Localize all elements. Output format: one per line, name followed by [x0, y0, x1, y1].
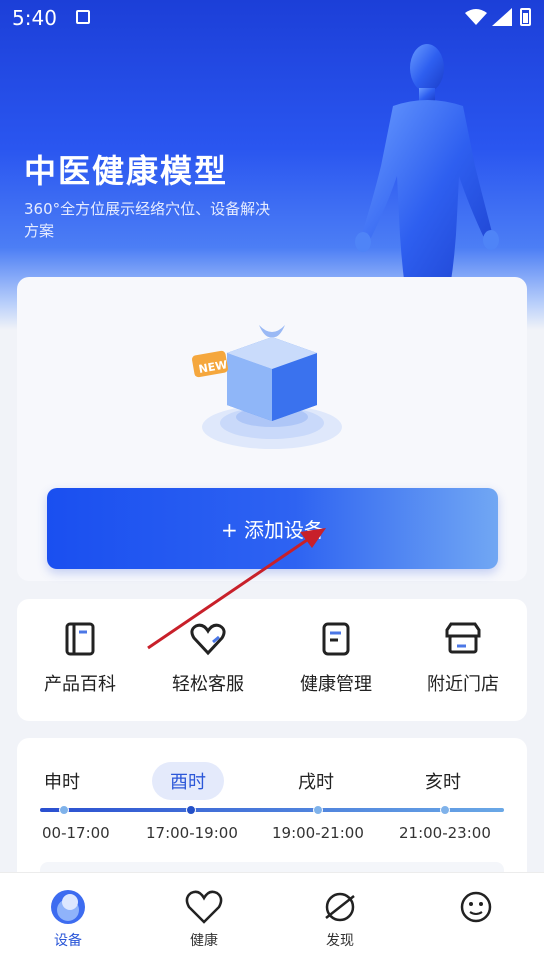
notification-icon [76, 10, 90, 24]
quick-link-label: 轻松客服 [172, 674, 244, 695]
quick-link-nearby-stores[interactable]: 附近门店 [398, 620, 528, 696]
document-icon [322, 622, 350, 656]
period-time-range: 19:00-21:00 [272, 824, 364, 842]
quick-link-product-encyclopedia[interactable]: 产品百科 [15, 620, 145, 696]
human-body-model-image [355, 44, 499, 316]
quick-link-health-management[interactable]: 健康管理 [271, 620, 401, 696]
hero-subtitle: 360°全方位展示经络穴位、设备解决方案 [24, 200, 271, 240]
compass-icon [325, 892, 355, 922]
tab-discover[interactable]: 发现 [300, 888, 380, 950]
tab-device[interactable]: 设备 [28, 888, 108, 950]
period-time-range: 21:00-23:00 [399, 824, 491, 842]
period-shen[interactable]: 申时 [44, 768, 80, 794]
tab-profile[interactable] [436, 888, 516, 930]
heart-icon [190, 623, 226, 656]
status-bar: 5:40 [0, 0, 544, 36]
smile-icon [460, 891, 492, 923]
period-you-active[interactable]: 酉时 [152, 762, 224, 800]
timeline-dot [313, 805, 323, 815]
period-hai[interactable]: 亥时 [425, 768, 461, 794]
timeline-dot-active [186, 805, 196, 815]
period-time-range: 00-17:00 [42, 824, 110, 842]
battery-icon [520, 8, 531, 26]
tab-label: 设备 [54, 933, 82, 949]
tab-label: 健康 [190, 933, 218, 949]
new-device-gift-illustration: NEW [191, 325, 342, 449]
quick-link-label: 产品百科 [44, 674, 116, 695]
quick-link-label: 健康管理 [300, 674, 372, 695]
device-icon [51, 890, 85, 924]
period-time-range: 17:00-19:00 [146, 824, 238, 842]
quick-link-label: 附近门店 [427, 674, 499, 695]
tab-health[interactable]: 健康 [164, 888, 244, 950]
store-icon [445, 622, 481, 654]
timeline-track [40, 808, 504, 812]
period-xu[interactable]: 戌时 [298, 768, 334, 794]
tab-label: 发现 [326, 933, 354, 949]
wifi-icon [465, 9, 487, 25]
heart-icon [185, 890, 223, 924]
add-device-button[interactable]: + 添加设备 [47, 488, 498, 569]
timeline-dot [440, 805, 450, 815]
timeline-dot [59, 805, 69, 815]
book-icon [65, 622, 95, 656]
hero-title: 中医健康模型 [24, 152, 229, 190]
status-time: 5:40 [12, 6, 57, 30]
signal-icon [492, 8, 512, 26]
quick-link-customer-service[interactable]: 轻松客服 [143, 620, 273, 696]
